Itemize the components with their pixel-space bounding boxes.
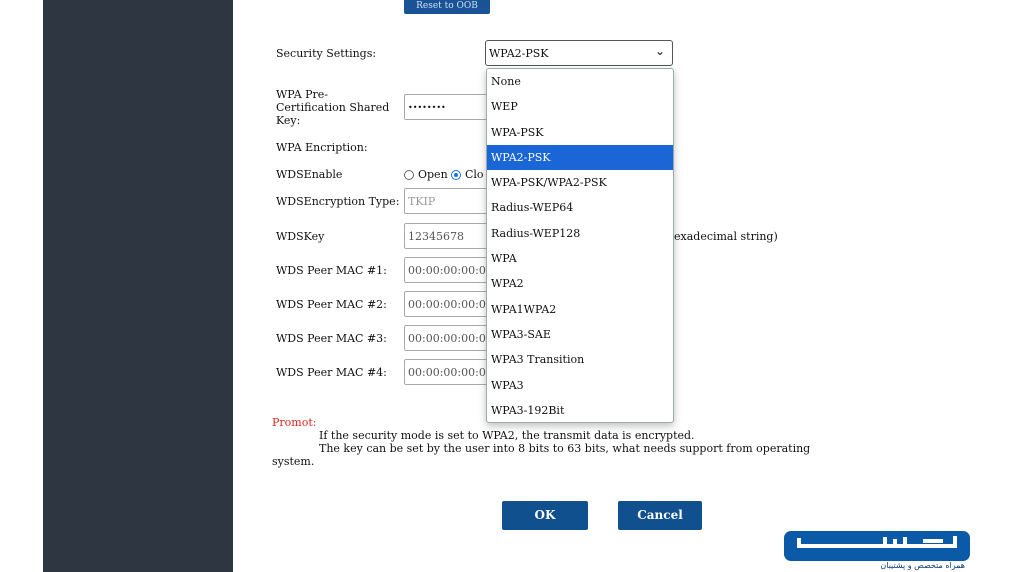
option-wpa2-psk[interactable]: WPA2-PSK [487,144,673,171]
psk-label: WPA Pre- Certification Shared Key: [276,88,390,127]
prompt-line-2: The key can be set by the user into 8 bi… [319,442,811,455]
option-wpa-psk-wpa2-psk[interactable]: WPA-PSK/WPA2-PSK [487,170,673,195]
option-radius-wep128[interactable]: Radius-WEP128 [487,221,673,246]
prompt-line-1: If the security mode is set to WPA2, the… [319,429,695,442]
option-wpa3-sae[interactable]: WPA3-SAE [487,322,673,347]
wds-peer-mac-4-input[interactable]: 00:00:00:00:00 [404,359,494,385]
option-wpa3-192bit[interactable]: WPA3-192Bit [487,398,673,423]
wds-key-label: WDSKey [276,230,325,243]
security-mode-value: WPA2-PSK [489,47,549,60]
option-none[interactable]: None [487,69,673,94]
wds-close-radio[interactable]: Clo [451,168,484,181]
wds-encryption-type-label: WDSEncryption Type: [276,195,400,208]
brand-tagline: همراه متخصص و پشتیبان [880,561,965,570]
security-settings-label: Security Settings: [276,47,377,60]
wds-peer-mac-2-input[interactable]: 00:00:00:00:00 [404,291,494,317]
wds-encryption-type-select[interactable]: TKIP [404,188,494,214]
wds-enable-label: WDSEnable [276,168,343,181]
option-wpa1wpa2[interactable]: WPA1WPA2 [487,297,673,322]
brand-logo: همراه متخصص و پشتیبان [783,530,971,572]
wds-peer-mac-4-label: WDS Peer MAC #4: [276,366,387,379]
wds-key-hint: exadecimal string) [674,230,778,243]
sidebar [43,0,233,572]
option-wpa[interactable]: WPA [487,246,673,271]
psk-input[interactable]: •••••••• [404,94,494,120]
prompt-note: Promot: If the security mode is set to W… [272,416,872,468]
wds-peer-mac-2-label: WDS Peer MAC #2: [276,298,387,311]
wpa-encryption-label: WPA Encription: [276,141,368,154]
option-wpa3[interactable]: WPA3 [487,373,673,398]
cancel-button[interactable]: Cancel [618,501,702,530]
option-wep[interactable]: WEP [487,94,673,119]
chevron-down-icon: ⌄ [654,44,665,58]
wds-peer-mac-3-label: WDS Peer MAC #3: [276,332,387,345]
option-radius-wep64[interactable]: Radius-WEP64 [487,195,673,220]
security-mode-dropdown[interactable]: None WEP WPA-PSK WPA2-PSK WPA-PSK/WPA2-P… [486,68,674,423]
reset-to-oob-button[interactable]: Reset to OOB [404,0,490,14]
radio-icon [404,170,414,180]
radio-checked-icon [451,170,461,180]
ok-button[interactable]: OK [502,501,588,530]
wds-peer-mac-1-input[interactable]: 00:00:00:00:00 [404,257,494,283]
wds-peer-mac-3-input[interactable]: 00:00:00:00:00 [404,325,494,351]
wds-peer-mac-1-label: WDS Peer MAC #1: [276,264,387,277]
security-mode-select[interactable]: WPA2-PSK ⌄ [485,40,673,66]
option-wpa2[interactable]: WPA2 [487,271,673,296]
brand-logo-mark [784,531,970,561]
prompt-line-3: system. [272,455,315,468]
wds-open-radio[interactable]: Open [404,168,448,181]
wds-key-input[interactable]: 12345678 [404,223,494,249]
option-wpa-psk[interactable]: WPA-PSK [487,120,673,145]
option-wpa3-transition[interactable]: WPA3 Transition [487,347,673,372]
